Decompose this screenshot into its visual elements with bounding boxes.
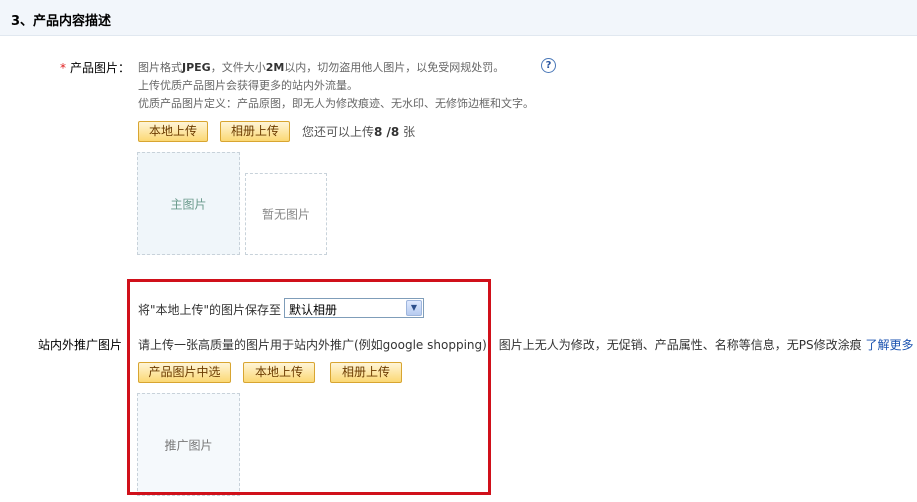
product-images-label: * 产品图片： bbox=[60, 61, 131, 75]
save-to-album-label: 将"本地上传"的图片保存至 bbox=[138, 303, 282, 317]
section-title: 3、产品内容描述 bbox=[11, 14, 112, 29]
main-image-slot-label: 主图片 bbox=[170, 197, 207, 211]
album-select[interactable]: 默认相册 ▼ bbox=[284, 298, 424, 318]
required-mark: * bbox=[60, 61, 66, 75]
hint-line-3: 优质产品图片定义：产品原图，即无人为修改痕迹、无水印、无修饰边框和文字。 bbox=[138, 97, 534, 110]
section-header: 3、产品内容描述 bbox=[0, 0, 917, 36]
local-upload-button[interactable]: 本地上传 bbox=[138, 121, 208, 142]
chevron-down-icon[interactable]: ▼ bbox=[406, 300, 422, 316]
learn-more-link[interactable]: 了解更多 bbox=[866, 338, 914, 352]
hint-line-1: 图片格式JPEG，文件大小2M以内，切勿盗用他人图片，以免受网规处罚。 bbox=[138, 61, 505, 74]
empty-image-slot[interactable]: 暂无图片 bbox=[245, 173, 327, 255]
help-icon[interactable]: ? bbox=[541, 58, 556, 73]
hint-line-2: 上传优质产品图片会获得更多的站内外流量。 bbox=[138, 79, 358, 92]
album-upload-button[interactable]: 相册上传 bbox=[220, 121, 290, 142]
promo-album-upload-button[interactable]: 相册上传 bbox=[330, 362, 402, 383]
promo-images-label: 站内外推广图片 bbox=[38, 338, 123, 352]
promo-description: 请上传一张高质量的图片用于站内外推广(例如google shopping)，图片… bbox=[138, 338, 914, 352]
choose-from-product-button[interactable]: 产品图片中选 bbox=[138, 362, 231, 383]
empty-image-slot-label: 暂无图片 bbox=[261, 207, 310, 222]
promo-image-slot-label: 推广图片 bbox=[164, 438, 213, 452]
promo-image-slot[interactable]: 推广图片 bbox=[137, 393, 240, 496]
upload-remaining: 您还可以上传8 /8 张 bbox=[302, 125, 416, 139]
album-select-value: 默认相册 bbox=[289, 303, 338, 317]
promo-local-upload-button[interactable]: 本地上传 bbox=[243, 362, 315, 383]
main-image-slot[interactable]: 主图片 bbox=[137, 152, 240, 255]
